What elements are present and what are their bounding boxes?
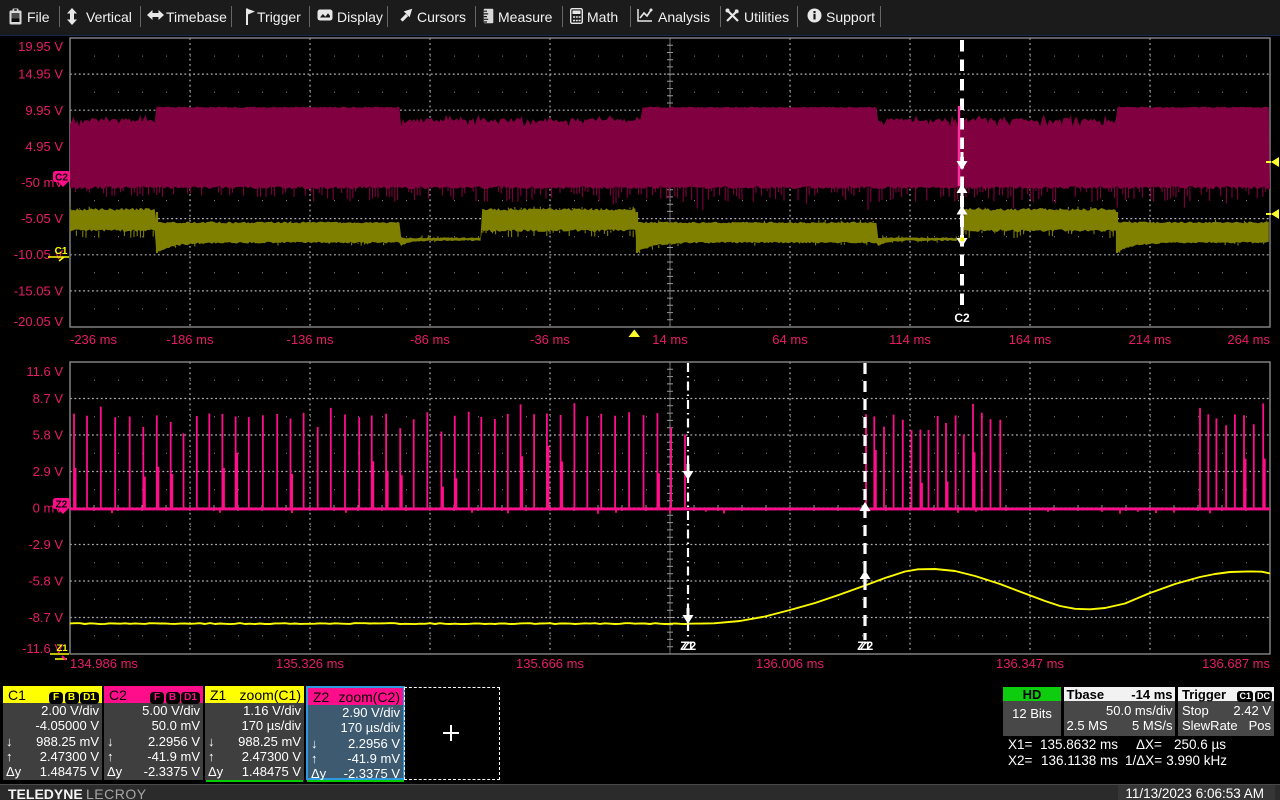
svg-text:19.95 V: 19.95 V [18, 39, 63, 54]
svg-text:-5.05 V: -5.05 V [21, 211, 63, 226]
svg-text:11.6 V: 11.6 V [26, 364, 63, 379]
svg-text:136.687 ms: 136.687 ms [1202, 656, 1270, 671]
svg-text:C2: C2 [55, 173, 68, 184]
svg-text:135.666 ms: 135.666 ms [516, 656, 584, 671]
svg-text:135.326 ms: 135.326 ms [276, 656, 344, 671]
svg-text:164 ms: 164 ms [1009, 332, 1052, 347]
svg-text:9.95 V: 9.95 V [25, 103, 63, 118]
svg-text:214 ms: 214 ms [1129, 332, 1172, 347]
svg-text:-186 ms: -186 ms [167, 332, 214, 347]
svg-text:136.006 ms: 136.006 ms [756, 656, 824, 671]
svg-text:114 ms: 114 ms [889, 332, 931, 347]
svg-text:Z2: Z2 [683, 641, 696, 653]
svg-text:5.8 V: 5.8 V [33, 428, 64, 443]
svg-text:Z1: Z1 [56, 643, 68, 654]
svg-text:134.986 ms: 134.986 ms [70, 656, 138, 671]
svg-text:8.7 V: 8.7 V [33, 391, 64, 406]
svg-text:4.95 V: 4.95 V [25, 139, 63, 154]
svg-text:-36 ms: -36 ms [530, 332, 570, 347]
svg-text:-236 ms: -236 ms [70, 332, 117, 347]
svg-text:-136 ms: -136 ms [287, 332, 334, 347]
svg-text:-15.05 V: -15.05 V [14, 283, 63, 298]
svg-text:-8.7 V: -8.7 V [28, 610, 63, 625]
svg-text:64 ms: 64 ms [772, 332, 808, 347]
svg-text:C1: C1 [55, 246, 68, 257]
svg-text:-86 ms: -86 ms [410, 332, 450, 347]
svg-text:-5.8 V: -5.8 V [28, 574, 63, 589]
svg-text:-20.05 V: -20.05 V [14, 314, 63, 329]
svg-text:2.9 V: 2.9 V [33, 464, 64, 479]
svg-text:Z2: Z2 [56, 500, 68, 511]
svg-text:C2: C2 [954, 311, 970, 325]
svg-text:14.95 V: 14.95 V [18, 67, 63, 82]
svg-text:-2.9 V: -2.9 V [28, 537, 63, 552]
svg-text:264 ms: 264 ms [1227, 332, 1270, 347]
svg-text:Z2: Z2 [860, 641, 873, 653]
svg-text:14 ms: 14 ms [652, 332, 688, 347]
svg-text:136.347 ms: 136.347 ms [996, 656, 1064, 671]
